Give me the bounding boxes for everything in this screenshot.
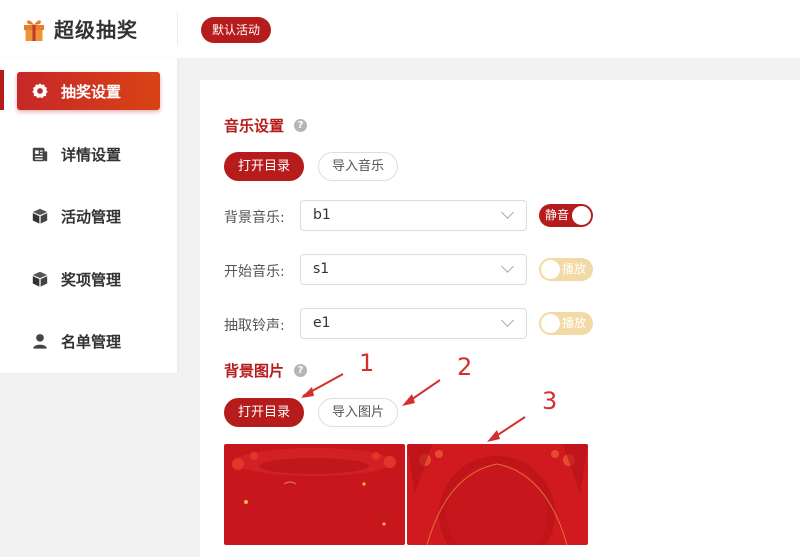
open-music-directory-button[interactable]: 打开目录	[224, 152, 305, 181]
mute-toggle[interactable]: 静音	[539, 204, 593, 227]
draw-ringtone-select[interactable]: e1	[300, 308, 527, 339]
chevron-down-icon	[501, 260, 514, 273]
select-value: e1	[313, 315, 331, 331]
user-icon	[33, 334, 47, 349]
start-music-label: 开始音乐:	[224, 264, 285, 280]
sidebar-item-label: 抽奖设置	[61, 82, 122, 101]
annotation-number-3: 3	[542, 387, 558, 415]
background-image-preview	[407, 444, 588, 545]
background-thumbnail-2[interactable]	[407, 444, 588, 545]
background-image-section-title: 背景图片 ?	[224, 360, 308, 381]
help-icon[interactable]: ?	[294, 364, 308, 377]
sidebar-item-label: 名单管理	[61, 332, 122, 351]
sidebar-item-detail-settings[interactable]: 详情设置	[17, 135, 160, 173]
import-music-button[interactable]: 导入音乐	[318, 152, 399, 181]
background-thumbnail-1[interactable]	[224, 444, 405, 545]
sidebar-item-label: 详情设置	[61, 145, 122, 164]
section-title-text: 背景图片	[224, 362, 285, 380]
sidebar-item-list-management[interactable]: 名单管理	[17, 322, 160, 360]
sidebar-item-activity-management[interactable]: 活动管理	[17, 197, 160, 235]
chevron-down-icon	[501, 206, 514, 219]
music-section-title: 音乐设置 ?	[224, 115, 308, 136]
sidebar-item-label: 活动管理	[61, 207, 122, 226]
gift-icon	[24, 19, 44, 41]
box-icon	[32, 208, 48, 224]
box-icon	[32, 271, 48, 287]
gear-icon	[32, 83, 48, 99]
toggle-knob	[572, 206, 591, 225]
draw-ringtone-label: 抽取铃声:	[224, 318, 285, 334]
import-image-button[interactable]: 导入图片	[318, 398, 399, 427]
toggle-knob	[541, 314, 560, 333]
settings-panel: 音乐设置 ? 打开目录 导入音乐 背景音乐: b1 静音 开始音乐: s1 播放…	[200, 80, 800, 557]
background-music-label: 背景音乐:	[224, 210, 285, 226]
ringtone-play-toggle[interactable]: 播放	[539, 312, 593, 335]
header-divider	[177, 12, 178, 46]
select-value: s1	[313, 261, 330, 277]
top-bar: 超级抽奖 默认活动	[0, 0, 800, 58]
chevron-down-icon	[501, 314, 514, 327]
open-image-directory-button[interactable]: 打开目录	[224, 398, 305, 427]
app-title: 超级抽奖	[54, 18, 138, 42]
sidebar-item-label: 奖项管理	[61, 270, 122, 289]
toggle-knob	[541, 260, 560, 279]
toggle-label: 静音	[545, 208, 570, 222]
sidebar-item-lottery-settings[interactable]: 抽奖设置	[17, 72, 160, 110]
background-image-preview	[224, 444, 405, 545]
app-logo: 超级抽奖	[22, 14, 138, 43]
active-indicator	[0, 70, 4, 110]
sidebar-item-prize-management[interactable]: 奖项管理	[17, 260, 160, 298]
toggle-label: 播放	[562, 262, 587, 276]
start-music-select[interactable]: s1	[300, 254, 527, 285]
activity-tag[interactable]: 默认活动	[201, 17, 272, 43]
background-music-select[interactable]: b1	[300, 200, 527, 231]
section-title-text: 音乐设置	[224, 117, 285, 135]
annotation-number-1: 1	[359, 349, 375, 377]
toggle-label: 播放	[562, 316, 587, 330]
annotation-number-2: 2	[457, 353, 473, 381]
select-value: b1	[313, 207, 331, 223]
start-music-play-toggle[interactable]: 播放	[539, 258, 593, 281]
help-icon[interactable]: ?	[294, 119, 308, 132]
document-icon	[32, 147, 48, 162]
sidebar: 抽奖设置 详情设置 活动管理 奖项管理 名单管理	[0, 58, 177, 373]
